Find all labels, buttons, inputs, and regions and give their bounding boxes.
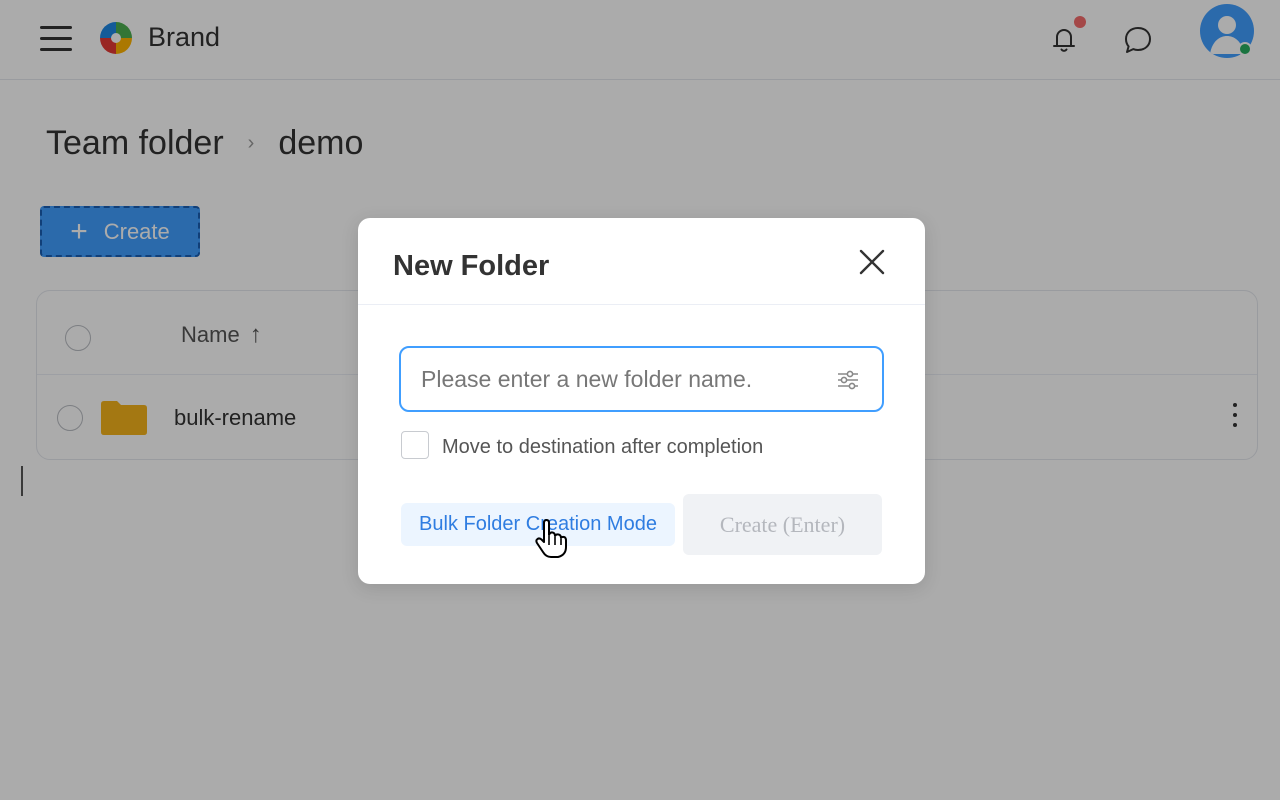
new-folder-dialog: New Folder Move to destination after com… [358, 218, 925, 584]
dialog-title: New Folder [393, 250, 550, 282]
move-to-destination-label[interactable]: Move to destination after completion [442, 436, 763, 459]
move-to-destination-checkbox[interactable] [401, 431, 429, 459]
create-submit-button[interactable]: Create (Enter) [683, 494, 882, 555]
folder-name-field[interactable] [399, 346, 884, 412]
close-icon[interactable] [856, 246, 888, 278]
dialog-divider [358, 304, 925, 305]
bulk-folder-creation-button[interactable]: Bulk Folder Creation Mode [401, 503, 675, 546]
settings-sliders-icon[interactable] [835, 368, 861, 392]
folder-name-input[interactable] [421, 362, 821, 396]
